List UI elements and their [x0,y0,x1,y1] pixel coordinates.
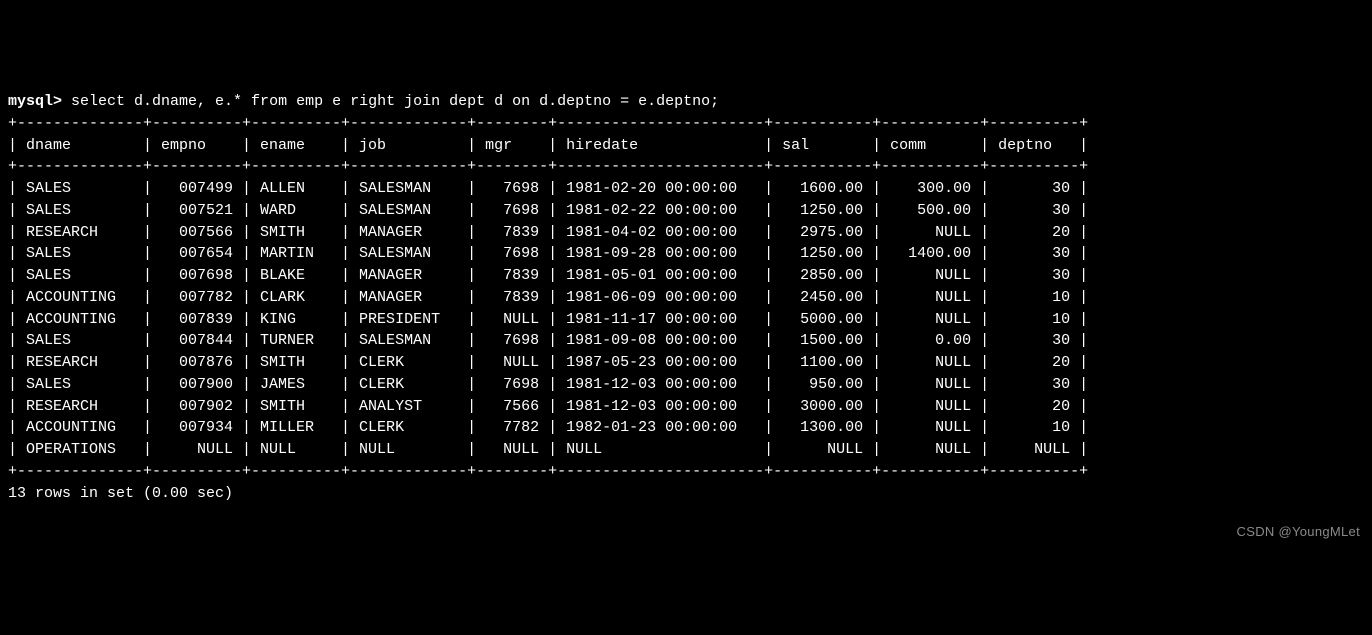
mysql-prompt: mysql> [8,93,62,110]
result-table: +--------------+----------+----------+--… [8,115,1088,480]
result-footer: 13 rows in set (0.00 sec) [8,485,233,502]
sql-query: select d.dname, e.* from emp e right joi… [71,93,719,110]
terminal-output: mysql> select d.dname, e.* from emp e ri… [8,91,1364,504]
watermark: CSDN @YoungMLet [1237,523,1360,542]
